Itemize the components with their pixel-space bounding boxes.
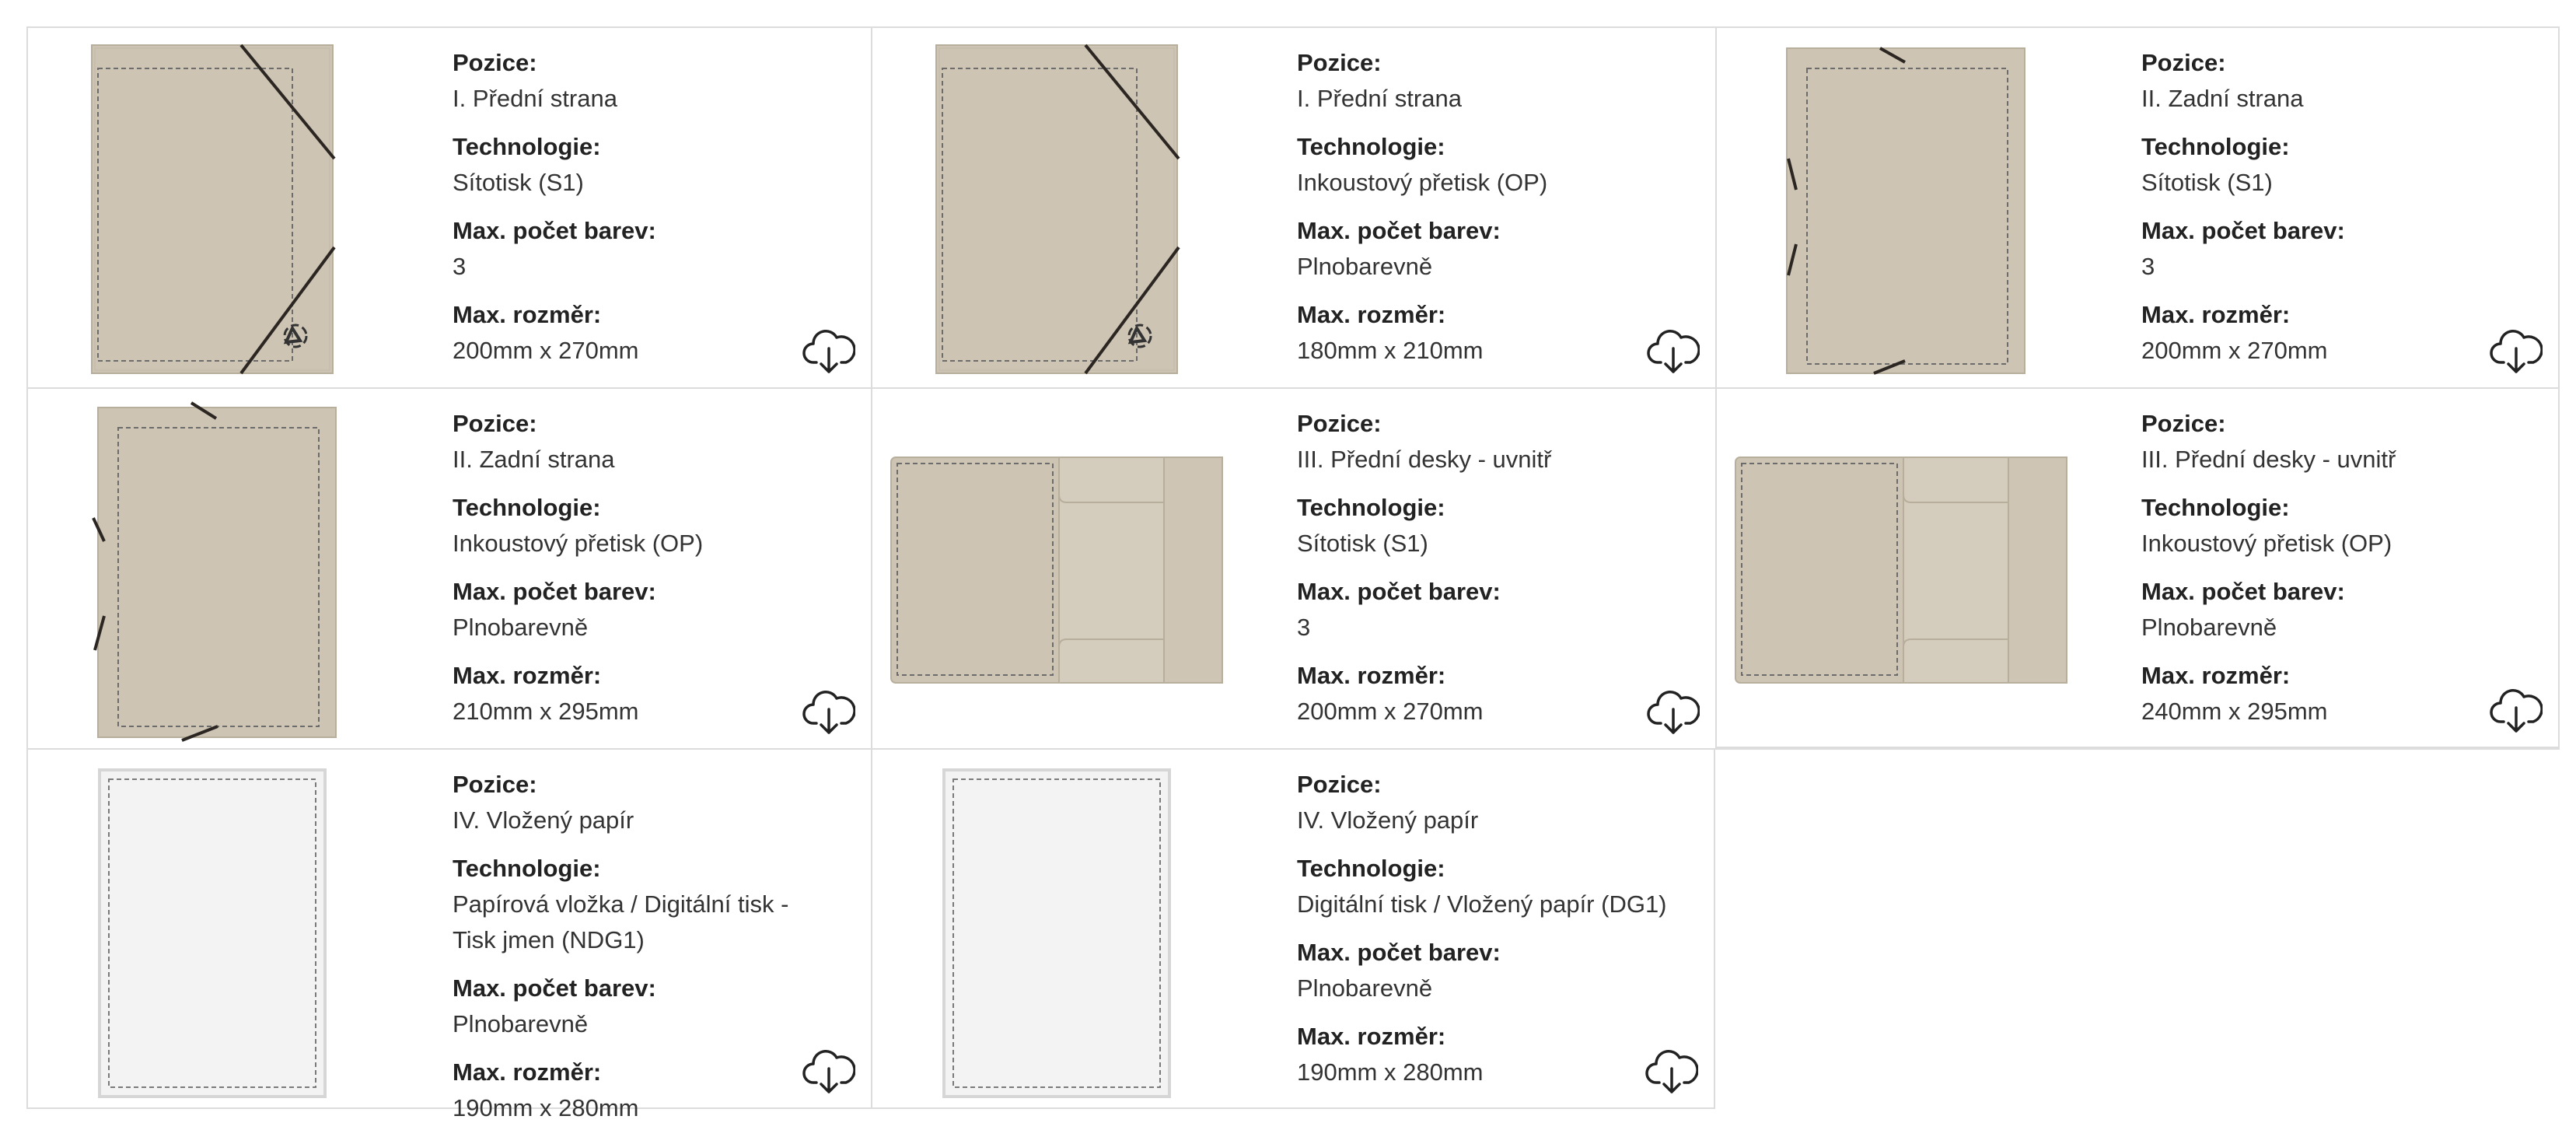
barvy-label: Max. počet barev:: [2141, 217, 2345, 244]
empty-cell: [1715, 748, 2560, 1109]
cloud-download-icon[interactable]: [802, 327, 855, 375]
position-card: Pozice: II. Zadní strana Technologie: In…: [26, 387, 871, 748]
position-card: Pozice: II. Zadní strana Technologie: Sí…: [1715, 26, 2560, 387]
pozice-value: IV. Vložený papír: [1297, 806, 1479, 834]
cloud-download-icon[interactable]: [1645, 1047, 1698, 1095]
barvy-label: Max. počet barev:: [1297, 939, 1501, 966]
barvy-label: Max. počet barev:: [453, 217, 656, 244]
grid-row: Pozice: II. Zadní strana Technologie: In…: [26, 387, 2560, 748]
technologie-label: Technologie:: [1297, 855, 1445, 882]
technologie-label: Technologie:: [453, 133, 601, 160]
position-card: Pozice: I. Přední strana Technologie: In…: [871, 26, 1715, 387]
barvy-value: Plnobarevně: [1297, 974, 1433, 1002]
technologie-value: Sítotisk (S1): [2141, 169, 2273, 196]
cloud-download-icon[interactable]: [802, 687, 855, 736]
pozice-label: Pozice:: [1297, 771, 1382, 798]
pozice-value: III. Přední desky - uvnitř: [2141, 446, 2396, 473]
rozmer-value: 190mm x 280mm: [453, 1094, 639, 1121]
barvy-label: Max. počet barev:: [1297, 578, 1501, 605]
folder-front-image: [91, 44, 336, 375]
pozice-label: Pozice:: [453, 49, 537, 76]
technologie-value: Sítotisk (S1): [453, 169, 584, 196]
folder-open-image: [1735, 457, 2067, 684]
folder-back-image: [1786, 47, 2025, 375]
pozice-value: II. Zadní strana: [453, 446, 615, 473]
technologie-value: Inkoustový přetisk (OP): [453, 530, 704, 557]
technologie-value: Sítotisk (S1): [1297, 530, 1428, 557]
technologie-value: Digitální tisk / Vložený papír (DG1): [1297, 890, 1667, 918]
pozice-label: Pozice:: [1297, 410, 1382, 437]
pozice-value: I. Přední strana: [453, 85, 617, 112]
position-card: Pozice: III. Přední desky - uvnitř Techn…: [871, 387, 1715, 748]
folder-open-thumbnail: [872, 389, 1297, 748]
technologie-value: Inkoustový přetisk (OP): [2141, 530, 2392, 557]
folder-front-thumbnail: [872, 28, 1297, 387]
folder-front-image: [935, 44, 1180, 375]
barvy-label: Max. počet barev:: [453, 578, 656, 605]
paper-insert-image: [98, 768, 327, 1098]
cloud-download-icon[interactable]: [802, 1047, 855, 1095]
technologie-label: Technologie:: [1297, 494, 1445, 521]
barvy-value: Plnobarevně: [2141, 614, 2277, 641]
technologie-label: Technologie:: [453, 855, 601, 882]
pozice-value: IV. Vložený papír: [453, 806, 634, 834]
barvy-value: 3: [2141, 253, 2155, 280]
pozice-label: Pozice:: [2141, 49, 2226, 76]
folder-open-thumbnail: [1717, 389, 2141, 747]
technologie-value: Papírová vložka / Digitální tisk - Tisk …: [453, 890, 789, 953]
pozice-value: I. Přední strana: [1297, 85, 1462, 112]
position-card: Pozice: III. Přední desky - uvnitř Techn…: [1715, 387, 2560, 748]
technologie-label: Technologie:: [2141, 133, 2290, 160]
folder-back-thumbnail: [28, 389, 453, 748]
barvy-value: Plnobarevně: [453, 614, 589, 641]
pozice-label: Pozice:: [453, 410, 537, 437]
folder-back-image: [92, 401, 337, 742]
barvy-value: Plnobarevně: [1297, 253, 1433, 280]
grid-row: Pozice: I. Přední strana Technologie: Sí…: [26, 26, 2560, 387]
position-card: Pozice: IV. Vložený papír Technologie: D…: [871, 748, 1715, 1109]
barvy-value: 3: [453, 253, 467, 280]
folder-back-thumbnail: [1717, 28, 2141, 387]
folder-front-thumbnail: [28, 28, 453, 387]
technologie-value: Inkoustový přetisk (OP): [1297, 169, 1548, 196]
position-card: Pozice: I. Přední strana Technologie: Sí…: [26, 26, 871, 387]
cloud-download-icon[interactable]: [1647, 687, 1700, 736]
paper-insert-image: [942, 768, 1171, 1098]
paper-insert-thumbnail: [28, 750, 453, 1107]
cloud-download-icon[interactable]: [2490, 327, 2543, 375]
cloud-download-icon[interactable]: [2490, 686, 2543, 734]
pozice-label: Pozice:: [453, 771, 537, 798]
pozice-label: Pozice:: [2141, 410, 2226, 437]
technologie-label: Technologie:: [453, 494, 601, 521]
cloud-download-icon[interactable]: [1647, 327, 1700, 375]
grid-row: Pozice: IV. Vložený papír Technologie: P…: [26, 748, 2560, 1121]
pozice-value: III. Přední desky - uvnitř: [1297, 446, 1552, 473]
barvy-label: Max. počet barev:: [453, 974, 656, 1002]
folder-open-image: [890, 457, 1223, 684]
barvy-label: Max. počet barev:: [1297, 217, 1501, 244]
barvy-value: Plnobarevně: [453, 1010, 589, 1037]
pozice-value: II. Zadní strana: [2141, 85, 2304, 112]
position-card: Pozice: IV. Vložený papír Technologie: P…: [26, 748, 871, 1121]
print-positions-grid: Pozice: I. Přední strana Technologie: Sí…: [26, 26, 2560, 1121]
pozice-label: Pozice:: [1297, 49, 1382, 76]
technologie-label: Technologie:: [1297, 133, 1445, 160]
paper-insert-thumbnail: [872, 750, 1297, 1107]
barvy-value: 3: [1297, 614, 1311, 641]
technologie-label: Technologie:: [2141, 494, 2290, 521]
barvy-label: Max. počet barev:: [2141, 578, 2345, 605]
